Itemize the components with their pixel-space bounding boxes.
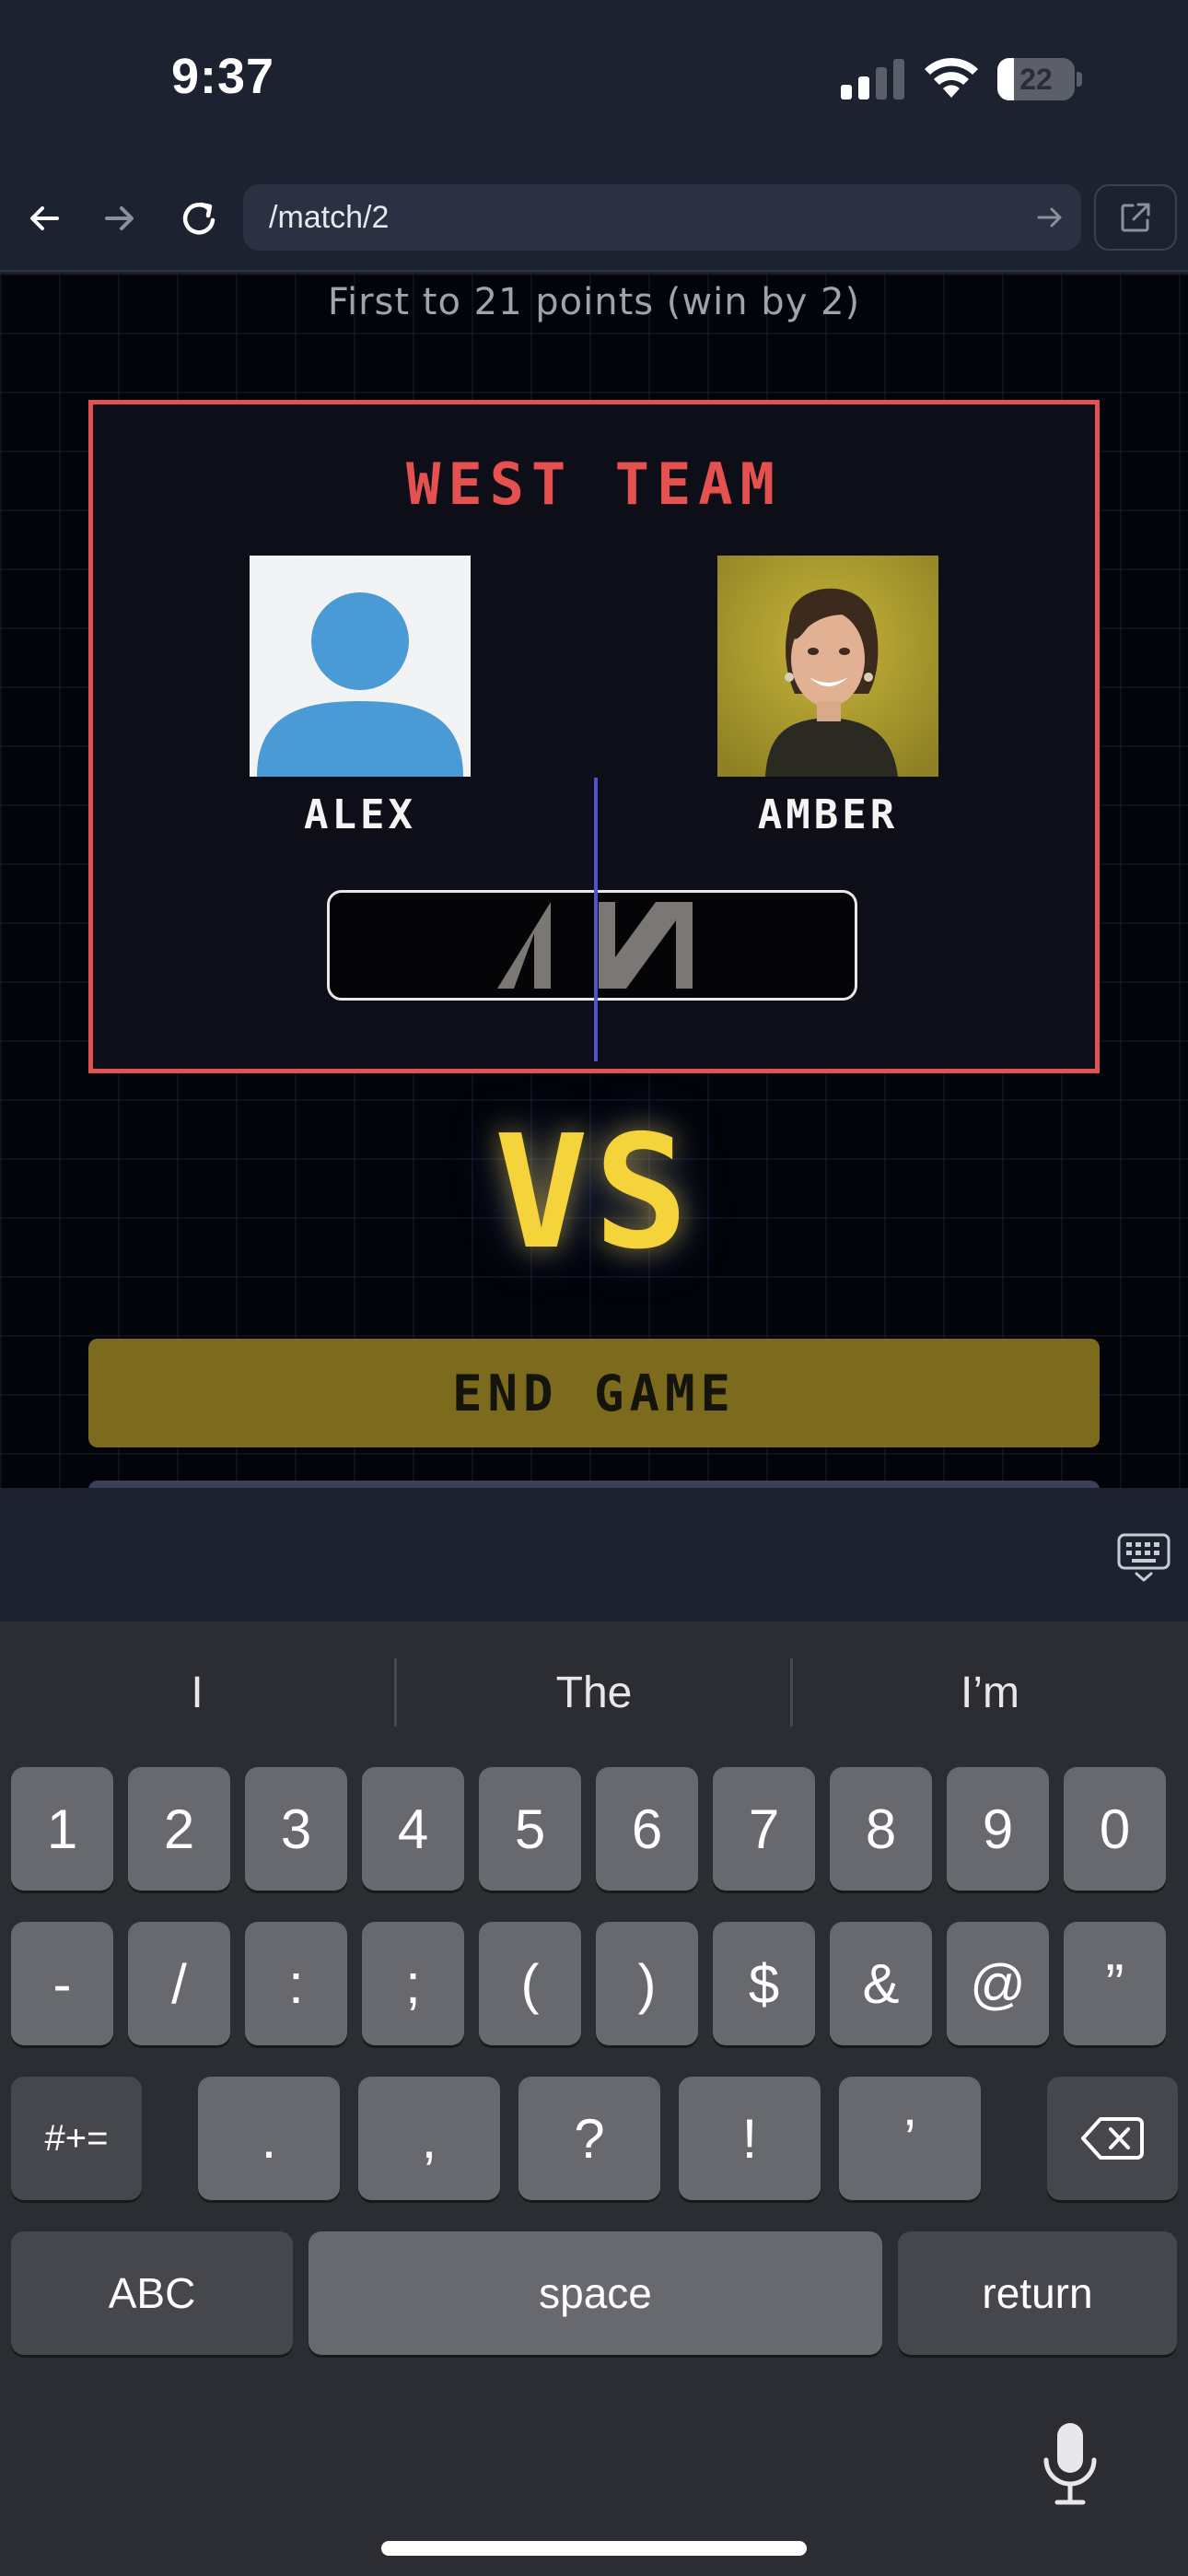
- vs-banner: VS: [0, 1115, 1188, 1271]
- next-section-edge: [88, 1481, 1100, 1488]
- suggestion-2[interactable]: The: [397, 1658, 791, 1728]
- battery-cap: [1077, 72, 1082, 87]
- player-amber[interactable]: AMBER: [717, 556, 938, 838]
- keyboard-dismiss-icon[interactable]: [1116, 1532, 1171, 1584]
- keyboard-accessory-bar: [0, 1488, 1188, 1622]
- return-key[interactable]: return: [898, 2231, 1177, 2355]
- battery-body: 22: [997, 58, 1075, 100]
- wifi-icon: [925, 57, 978, 98]
- digit-key[interactable]: 6: [596, 1767, 698, 1891]
- symbol-key[interactable]: &: [830, 1922, 932, 2045]
- digit-key[interactable]: 1: [11, 1767, 113, 1891]
- digit-key[interactable]: 4: [362, 1767, 464, 1891]
- person-silhouette-icon: [250, 556, 471, 777]
- backspace-icon: [1081, 2117, 1144, 2160]
- suggestion-1[interactable]: I: [0, 1658, 394, 1728]
- player-name: ALEX: [304, 791, 416, 838]
- symbol-key[interactable]: (: [479, 1922, 581, 2045]
- abc-key[interactable]: ABC: [11, 2231, 293, 2355]
- player-photo: [717, 556, 938, 777]
- microphone-icon[interactable]: [1041, 2421, 1100, 2506]
- url-text: /match/2: [269, 200, 390, 235]
- go-arrow-icon[interactable]: [1033, 201, 1066, 234]
- digit-key[interactable]: 7: [713, 1767, 815, 1891]
- space-key[interactable]: space: [309, 2231, 882, 2355]
- symbol-key[interactable]: -: [11, 1922, 113, 2045]
- back-button[interactable]: [18, 193, 70, 244]
- default-avatar: [250, 556, 471, 777]
- digit-key[interactable]: 2: [128, 1767, 230, 1891]
- open-external-button[interactable]: [1094, 184, 1177, 251]
- address-bar[interactable]: /match/2: [243, 184, 1081, 251]
- player-alex[interactable]: ALEX: [250, 556, 471, 838]
- digit-key[interactable]: 0: [1064, 1767, 1166, 1891]
- digit-key[interactable]: 3: [245, 1767, 347, 1891]
- battery-icon: 22: [997, 58, 1082, 100]
- open-external-icon: [1121, 203, 1150, 232]
- predictive-bar: I The I’m: [0, 1622, 1188, 1762]
- symbol-key[interactable]: @: [947, 1922, 1049, 2045]
- punctuation-key[interactable]: .: [198, 2077, 340, 2200]
- punctuation-key[interactable]: ?: [518, 2077, 660, 2200]
- browser-toolbar: /match/2: [0, 161, 1188, 272]
- team-name: WEST TEAM: [406, 451, 782, 518]
- delete-key[interactable]: [1047, 2077, 1178, 2200]
- symbol-key[interactable]: /: [128, 1922, 230, 2045]
- digit-key[interactable]: 9: [947, 1767, 1049, 1891]
- home-indicator: [381, 2541, 807, 2556]
- photo-avatar: [717, 556, 938, 777]
- symbols-toggle-key[interactable]: #+=: [11, 2077, 142, 2200]
- punctuation-key[interactable]: ’: [839, 2077, 981, 2200]
- symbol-key[interactable]: ): [596, 1922, 698, 2045]
- battery-level: 22: [1019, 63, 1053, 96]
- punctuation-key[interactable]: ,: [358, 2077, 500, 2200]
- match-page: First to 21 points (win by 2) WEST TEAM …: [0, 274, 1188, 1488]
- punctuation-key[interactable]: !: [679, 2077, 821, 2200]
- forward-arrow-icon: [105, 206, 134, 230]
- symbol-key[interactable]: $: [713, 1922, 815, 2045]
- match-rules: First to 21 points (win by 2): [327, 281, 861, 323]
- cellular-signal-icon: [841, 59, 904, 100]
- vs-label: VS: [494, 1102, 694, 1284]
- forward-button[interactable]: [94, 193, 146, 244]
- onscreen-keyboard: I The I’m 1234567890 - /:;() $ & @” #+= .,?!…: [0, 1622, 1188, 2576]
- reload-button[interactable]: [173, 193, 225, 244]
- reload-icon: [182, 202, 215, 235]
- court-net-line: [594, 778, 598, 1061]
- player-name: AMBER: [757, 791, 899, 838]
- status-time: 9:37: [171, 49, 275, 104]
- symbol-key[interactable]: :: [245, 1922, 347, 2045]
- symbol-key[interactable]: ”: [1064, 1922, 1166, 2045]
- digit-key[interactable]: 8: [830, 1767, 932, 1891]
- score-input[interactable]: [327, 890, 857, 1001]
- symbol-key[interactable]: ;: [362, 1922, 464, 2045]
- digit-key[interactable]: 5: [479, 1767, 581, 1891]
- status-bar: 9:37 22: [0, 0, 1188, 161]
- suggestion-3[interactable]: I’m: [793, 1658, 1187, 1728]
- back-arrow-icon: [30, 206, 59, 230]
- end-game-button[interactable]: END GAME: [88, 1339, 1100, 1447]
